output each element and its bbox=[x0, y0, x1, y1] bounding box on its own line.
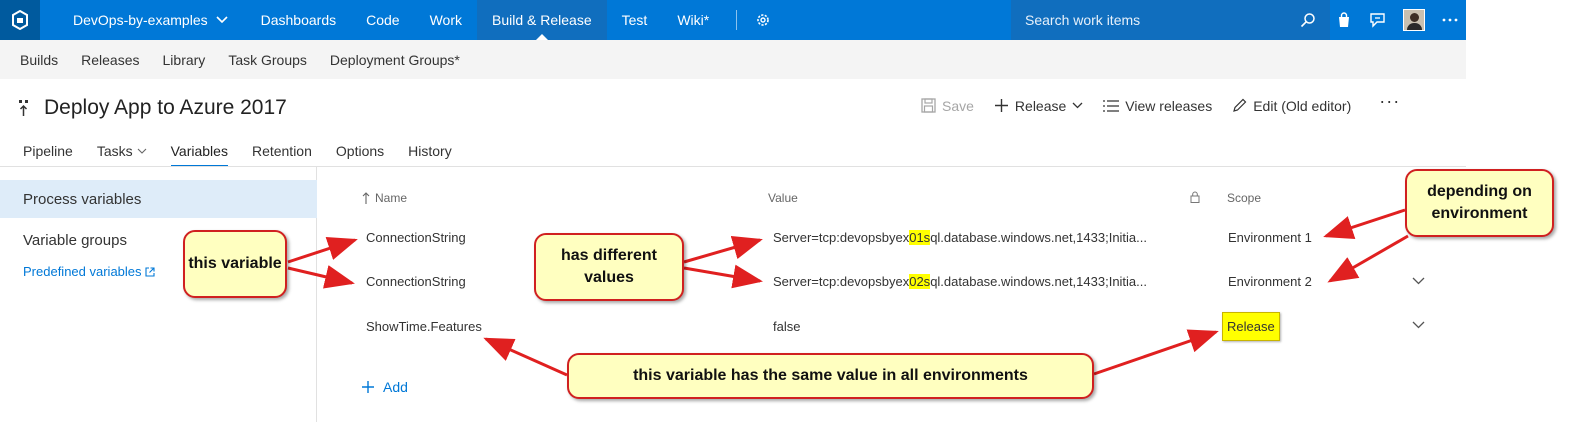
more-actions-icon[interactable]: ··· bbox=[1379, 91, 1400, 112]
list-icon bbox=[1103, 99, 1120, 112]
save-button[interactable]: Save bbox=[921, 98, 974, 114]
nav-test[interactable]: Test bbox=[607, 0, 663, 40]
variable-scope-cell[interactable]: Release bbox=[1222, 312, 1280, 341]
add-label: Add bbox=[383, 379, 408, 395]
view-releases-button[interactable]: View releases bbox=[1103, 98, 1212, 114]
callout-this-variable: this variable bbox=[183, 230, 287, 298]
sub-navigation: Builds Releases Library Task Groups Depl… bbox=[0, 40, 1466, 79]
edit-old-editor-button[interactable]: Edit (Old editor) bbox=[1232, 98, 1351, 114]
column-header-scope: Scope bbox=[1227, 191, 1261, 205]
release-button[interactable]: Release bbox=[994, 98, 1083, 114]
release-definition-icon bbox=[19, 100, 28, 116]
save-icon bbox=[921, 98, 936, 113]
tab-retention[interactable]: Retention bbox=[252, 138, 312, 164]
hub-nav: Dashboards Code Work Build & Release Tes… bbox=[246, 0, 725, 40]
subnav-library[interactable]: Library bbox=[163, 52, 206, 68]
edit-label: Edit (Old editor) bbox=[1253, 97, 1352, 114]
callout-same-value: this variable has the same value in all … bbox=[567, 353, 1094, 399]
search-input[interactable]: Search work items bbox=[1025, 12, 1140, 28]
chevron-down-icon[interactable] bbox=[1412, 321, 1425, 329]
tab-history[interactable]: History bbox=[408, 138, 452, 164]
chevron-down-icon[interactable] bbox=[1412, 277, 1425, 285]
column-header-value: Value bbox=[768, 191, 798, 205]
variable-name-cell[interactable]: ConnectionString bbox=[366, 230, 466, 245]
subnav-deployment-groups[interactable]: Deployment Groups* bbox=[330, 52, 460, 68]
add-variable-button[interactable]: Add bbox=[361, 379, 408, 395]
value-highlight: 02s bbox=[909, 274, 931, 289]
save-label: Save bbox=[942, 97, 974, 114]
column-header-name[interactable]: Name bbox=[362, 191, 407, 205]
search-icon[interactable] bbox=[1300, 12, 1316, 28]
shopping-bag-icon[interactable] bbox=[1336, 12, 1352, 28]
value-text: Server=tcp:devopsbyex bbox=[773, 274, 910, 289]
external-link-icon bbox=[144, 266, 155, 277]
tab-tasks[interactable]: Tasks bbox=[97, 138, 147, 164]
feedback-icon[interactable] bbox=[1369, 12, 1386, 28]
nav-divider bbox=[736, 10, 738, 30]
nav-work[interactable]: Work bbox=[415, 0, 477, 40]
chevron-down-icon bbox=[216, 16, 228, 24]
plus-icon bbox=[362, 381, 374, 393]
value-text-rest: ql.database.windows.net,1433;Initia... bbox=[930, 230, 1147, 245]
column-name-label: Name bbox=[375, 191, 408, 205]
column-value-label: Value bbox=[768, 191, 798, 205]
user-avatar[interactable] bbox=[1403, 9, 1425, 31]
more-icon[interactable] bbox=[1442, 17, 1458, 23]
tab-tasks-label: Tasks bbox=[96, 143, 133, 159]
search-box[interactable]: Search work items bbox=[1011, 0, 1330, 40]
project-selector[interactable]: DevOps-by-examples bbox=[73, 0, 228, 40]
nav-dashboards[interactable]: Dashboards bbox=[246, 0, 352, 40]
variable-value-cell[interactable]: Server=tcp:devopsbyex01sql.database.wind… bbox=[773, 230, 1147, 245]
nav-code[interactable]: Code bbox=[351, 0, 414, 40]
variable-name-cell[interactable]: ShowTime.Features bbox=[366, 319, 482, 334]
page-header: Deploy App to Azure 2017 bbox=[18, 96, 287, 120]
nav-build-release[interactable]: Build & Release bbox=[477, 0, 607, 40]
tab-options[interactable]: Options bbox=[336, 138, 384, 164]
tab-pipeline[interactable]: Pipeline bbox=[23, 138, 73, 164]
value-text-rest: ql.database.windows.net,1433;Initia... bbox=[930, 274, 1147, 289]
view-releases-label: View releases bbox=[1125, 97, 1213, 114]
toolbar: Save Release View releases Edit (Old edi… bbox=[921, 91, 1400, 116]
variable-scope-cell[interactable]: Environment 2 bbox=[1228, 274, 1312, 289]
release-label: Release bbox=[1014, 97, 1067, 114]
variable-name-cell[interactable]: ConnectionString bbox=[366, 274, 466, 289]
subnav-builds[interactable]: Builds bbox=[20, 52, 58, 68]
chevron-down-icon bbox=[137, 148, 147, 154]
column-scope-label: Scope bbox=[1227, 191, 1262, 205]
page-title: Deploy App to Azure 2017 bbox=[44, 96, 287, 119]
subnav-task-groups[interactable]: Task Groups bbox=[228, 52, 307, 68]
vsts-logo-icon[interactable] bbox=[0, 0, 40, 40]
predefined-variables-link[interactable]: Predefined variables bbox=[23, 264, 155, 279]
gear-icon[interactable] bbox=[755, 12, 771, 28]
callout-depending-environment: depending on environment bbox=[1405, 169, 1554, 237]
project-name: DevOps-by-examples bbox=[73, 12, 208, 28]
tab-variables[interactable]: Variables bbox=[170, 138, 229, 167]
chevron-down-icon bbox=[1072, 102, 1083, 109]
sort-up-icon bbox=[362, 192, 370, 204]
definition-tabs: Pipeline Tasks Variables Retention Optio… bbox=[23, 138, 452, 167]
variable-scope-cell[interactable]: Environment 1 bbox=[1228, 230, 1312, 245]
value-highlight: 01s bbox=[909, 230, 931, 245]
pencil-icon bbox=[1233, 98, 1247, 112]
subnav-releases[interactable]: Releases bbox=[81, 52, 139, 68]
nav-wiki[interactable]: Wiki* bbox=[662, 0, 724, 40]
lock-icon bbox=[1190, 191, 1200, 203]
topbar-icons bbox=[1336, 0, 1458, 40]
predefined-variables-label: Predefined variables bbox=[23, 264, 142, 279]
variable-value-cell[interactable]: false bbox=[773, 319, 800, 334]
plus-icon bbox=[994, 99, 1008, 112]
value-text: Server=tcp:devopsbyex bbox=[773, 230, 910, 245]
variable-value-cell[interactable]: Server=tcp:devopsbyex02sql.database.wind… bbox=[773, 274, 1147, 289]
callout-different-values: has different values bbox=[534, 233, 684, 301]
process-variables-item[interactable]: Process variables bbox=[0, 180, 317, 218]
